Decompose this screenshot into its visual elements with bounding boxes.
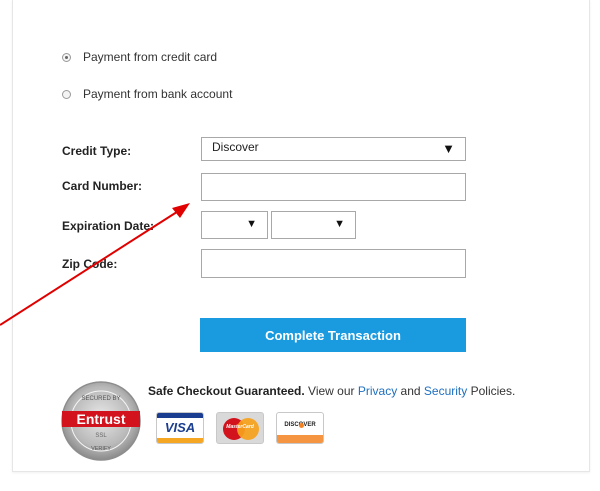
visa-card-icon: VISA <box>156 412 204 444</box>
credit-type-select[interactable]: Discover ▼ <box>201 137 466 161</box>
seal-brand-text: Entrust <box>77 411 126 427</box>
view-our-text: View our <box>304 384 358 398</box>
entrust-seal-icon: SECURED BY Entrust SSL VERIFY <box>61 381 141 461</box>
and-text: and <box>397 384 424 398</box>
radio-bank-account[interactable] <box>62 89 71 99</box>
card-number-input[interactable] <box>201 173 466 201</box>
safe-checkout-heading: Safe Checkout Guaranteed. <box>148 384 305 398</box>
credit-type-selected-value: Discover <box>212 140 259 154</box>
zip-code-input[interactable] <box>201 249 466 278</box>
radio-credit-card[interactable] <box>62 52 71 62</box>
exp-year-select[interactable]: ▼ <box>271 211 356 239</box>
radio-credit-card-label: Payment from credit card <box>83 50 218 64</box>
radio-credit-card-option[interactable]: Payment from credit card <box>62 50 217 64</box>
mastercard-card-text: MasterCard <box>226 424 254 430</box>
mastercard-card-icon: MasterCard <box>216 412 264 444</box>
annotation-arrow <box>0 203 190 326</box>
chevron-down-icon: ▼ <box>246 218 257 230</box>
credit-type-label: Credit Type: <box>62 144 132 158</box>
chevron-down-icon: ▼ <box>442 141 455 156</box>
security-link[interactable]: Security <box>424 384 467 398</box>
complete-transaction-button[interactable]: Complete Transaction <box>200 318 466 352</box>
seal-sub-text: SSL <box>95 433 107 439</box>
exp-month-select[interactable]: ▼ <box>201 211 268 239</box>
policies-text: Policies. <box>467 384 516 398</box>
privacy-link[interactable]: Privacy <box>358 384 397 398</box>
radio-bank-account-option[interactable]: Payment from bank account <box>62 87 232 101</box>
radio-bank-account-label: Payment from bank account <box>83 87 233 101</box>
seal-top-text: SECURED BY <box>81 396 120 402</box>
seal-bottom-text: VERIFY <box>91 446 111 452</box>
safe-checkout-text: Safe Checkout Guaranteed. View our Priva… <box>148 384 515 398</box>
chevron-down-icon: ▼ <box>334 218 345 230</box>
visa-card-text: VISA <box>164 420 196 435</box>
discover-card-icon: DISCOVER <box>276 412 324 444</box>
